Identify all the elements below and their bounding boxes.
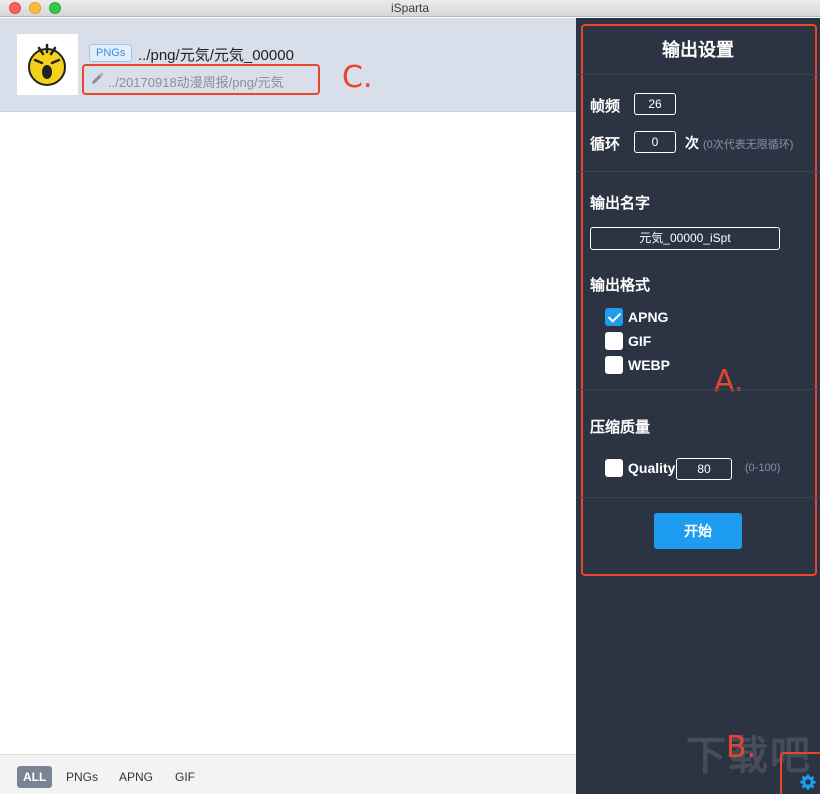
format-gif-label: GIF — [628, 333, 652, 349]
output-name-label: 输出名字 — [590, 195, 651, 212]
quality-checkbox[interactable] — [605, 459, 623, 477]
output-path-editor[interactable]: ../20170918动漫周报/png/元気 — [82, 64, 320, 95]
format-gif-checkbox[interactable] — [605, 332, 623, 350]
output-path: ../20170918动漫周报/png/元気 — [108, 75, 284, 90]
loop-hint: (0次代表无限循环) — [703, 139, 794, 151]
annotation-a: A. — [714, 364, 744, 399]
quality-hint: (0-100) — [745, 462, 781, 474]
compression-label: 压缩质量 — [590, 419, 651, 436]
file-type-badge: PNGs — [89, 44, 133, 62]
file-list-pane: PNGs ../png/元気/元気_00000 ../20170918动漫周报/… — [0, 18, 576, 794]
output-settings-panel: 输出设置 帧频 26 循环 0 次 (0次代表无限循环) 输出名字 元気_000… — [576, 18, 820, 794]
quality-label: Quality — [628, 460, 676, 476]
divider — [576, 389, 820, 390]
pencil-icon[interactable] — [90, 72, 104, 86]
format-apng-label: APNG — [628, 309, 669, 325]
format-apng-checkbox[interactable] — [605, 308, 623, 326]
filter-tab-apng[interactable]: APNG — [119, 766, 153, 788]
panel-title: 输出设置 — [662, 40, 734, 60]
file-thumbnail — [17, 34, 78, 95]
divider — [576, 497, 820, 498]
divider — [576, 74, 820, 75]
file-row[interactable]: PNGs ../png/元気/元気_00000 ../20170918动漫周报/… — [0, 18, 576, 112]
output-name-input[interactable]: 元気_00000_iSpt — [590, 227, 780, 250]
quality-input[interactable]: 80 — [676, 458, 732, 480]
filter-tab-pngs[interactable]: PNGs — [66, 766, 98, 788]
annotation-box-b — [780, 752, 820, 794]
divider — [576, 171, 820, 172]
title-bar: iSparta — [0, 0, 820, 17]
filter-bar: ALL PNGs APNG GIF — [0, 754, 576, 794]
window-title: iSparta — [390, 1, 430, 15]
filter-tab-all[interactable]: ALL — [17, 766, 53, 788]
filter-tab-gif[interactable]: GIF — [175, 766, 195, 788]
output-format-label: 输出格式 — [590, 277, 651, 294]
frame-rate-label: 帧频 — [590, 98, 621, 115]
gear-icon[interactable] — [800, 774, 816, 790]
emoji-face-icon — [28, 43, 66, 86]
format-webp-checkbox[interactable] — [605, 356, 623, 374]
file-name: ../png/元気/元気_00000 — [138, 47, 294, 64]
loop-unit: 次 — [685, 135, 699, 151]
start-button[interactable]: 开始 — [654, 513, 742, 549]
annotation-b: B. — [726, 730, 757, 765]
frame-rate-input[interactable]: 26 — [634, 93, 676, 115]
loop-input[interactable]: 0 — [634, 131, 676, 153]
format-webp-label: WEBP — [628, 357, 670, 373]
loop-label: 循环 — [590, 136, 621, 153]
annotation-c: C. — [342, 60, 373, 95]
